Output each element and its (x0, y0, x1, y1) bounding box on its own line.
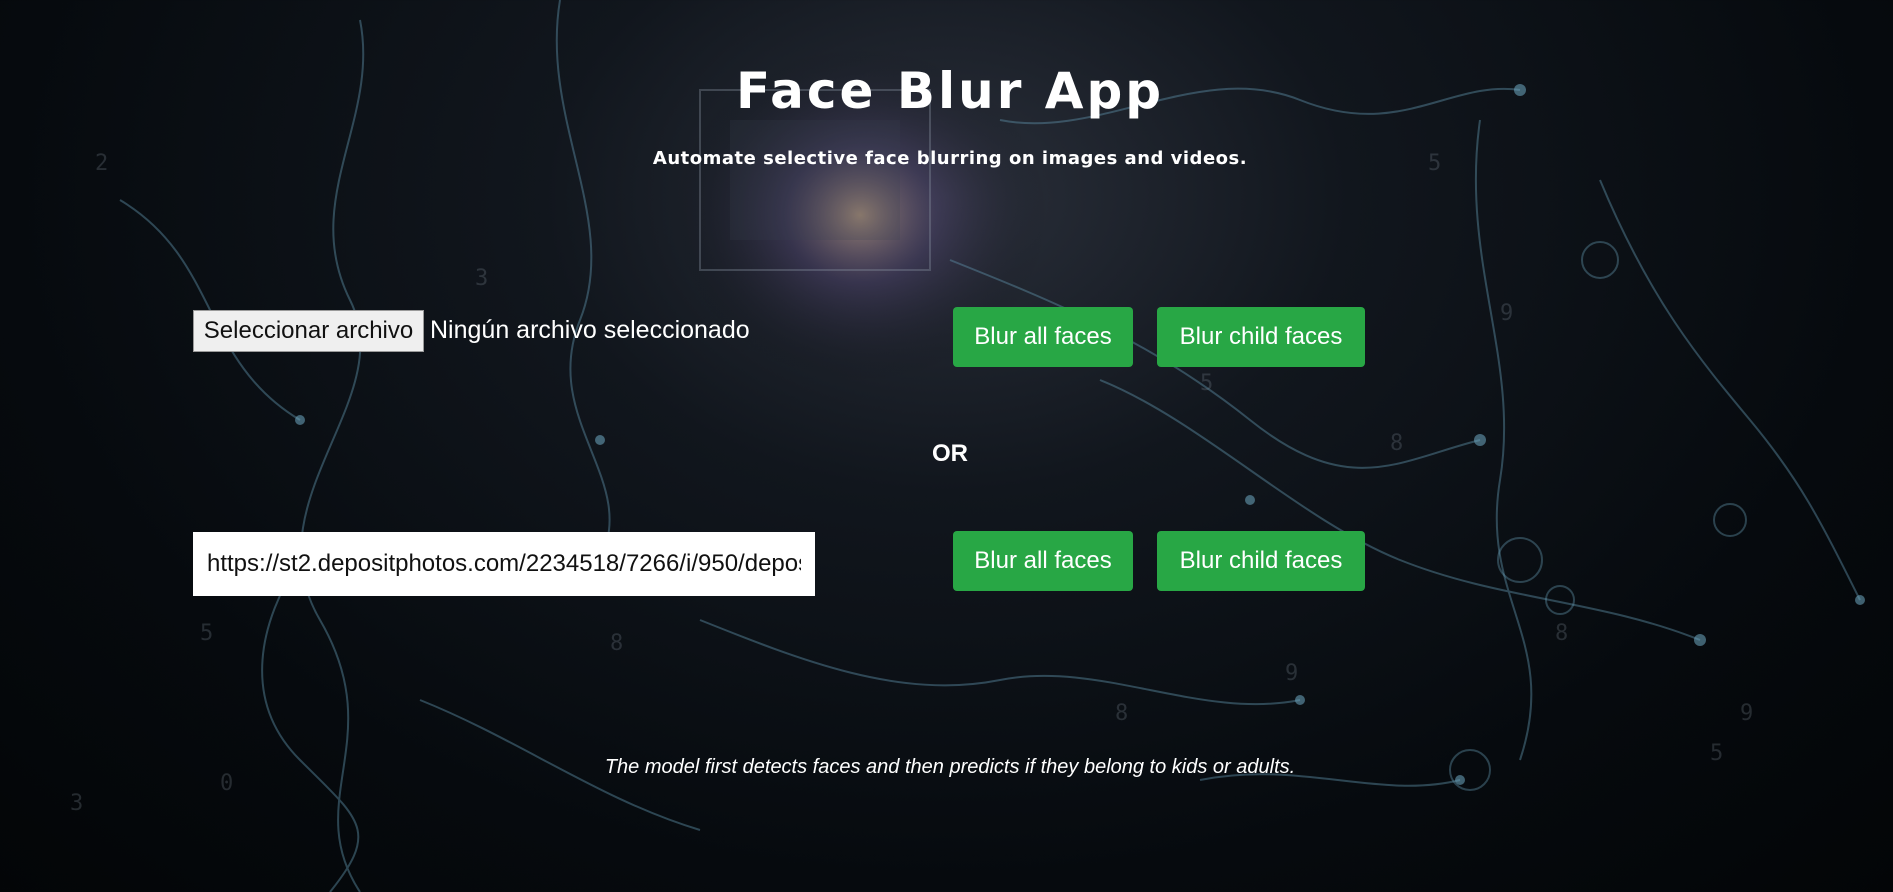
upload-blur-all-faces-button[interactable]: Blur all faces (953, 307, 1133, 367)
url-blur-all-faces-button[interactable]: Blur all faces (953, 531, 1133, 591)
image-url-input[interactable] (193, 532, 815, 596)
upload-blur-child-faces-button[interactable]: Blur child faces (1157, 307, 1365, 367)
page-title: Face Blur App (735, 62, 1165, 120)
svg-text:3: 3 (70, 791, 83, 816)
or-separator: OR (932, 440, 968, 467)
svg-text:8: 8 (610, 631, 623, 656)
svg-text:9: 9 (1740, 701, 1753, 726)
svg-text:3: 3 (475, 266, 488, 291)
page-subtitle: Automate selective face blurring on imag… (652, 148, 1248, 169)
svg-text:9: 9 (1500, 301, 1513, 326)
choose-file-button[interactable]: Seleccionar archivo (193, 310, 424, 352)
file-status-text: Ningún archivo seleccionado (430, 316, 750, 344)
svg-text:5: 5 (1200, 371, 1213, 396)
svg-text:5: 5 (200, 621, 213, 646)
svg-text:9: 9 (1285, 661, 1298, 686)
url-blur-child-faces-button[interactable]: Blur child faces (1157, 531, 1365, 591)
svg-text:8: 8 (1555, 621, 1568, 646)
svg-text:8: 8 (1115, 701, 1128, 726)
svg-text:8: 8 (1390, 431, 1403, 456)
model-description-note: The model first detects faces and then p… (604, 756, 1296, 778)
